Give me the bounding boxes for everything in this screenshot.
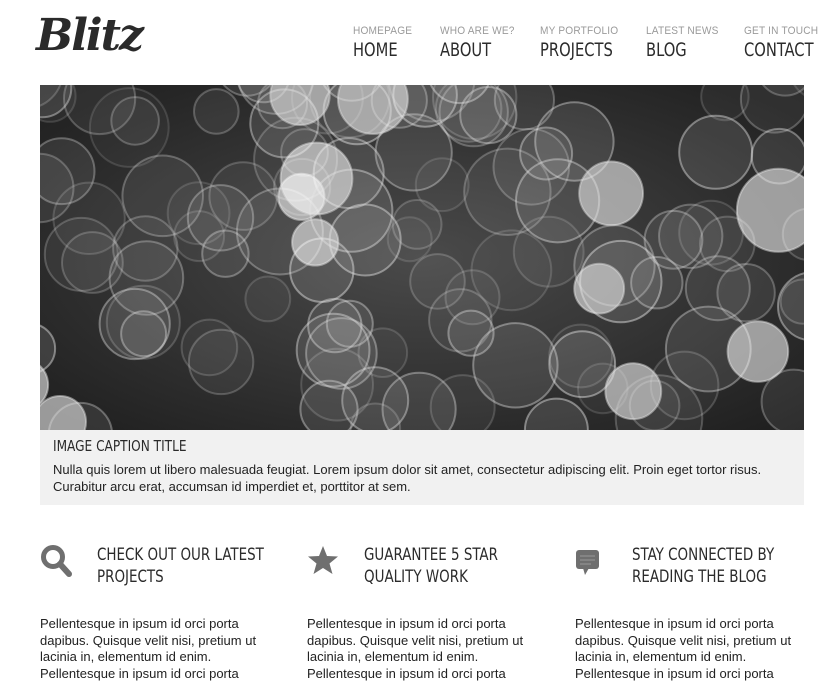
nav-item-label: HOME	[353, 39, 398, 61]
caption-text: Nulla quis lorem ut libero malesuada feu…	[53, 462, 762, 494]
feature-title: STAY CONNECTED BY READING THE BLOG	[632, 545, 775, 587]
nav-item-sublabel: GET IN TOUCH	[744, 25, 819, 37]
hero-caption: IMAGE CAPTION TITLE Nulla quis lorem ut …	[40, 430, 804, 505]
feature-text: Pellentesque in ipsum id orci porta dapi…	[575, 616, 792, 681]
bokeh-photo	[40, 85, 804, 430]
chat-bubble-icon	[576, 550, 599, 575]
feature-title: GUARANTEE 5 STAR QUALITY WORK	[364, 545, 498, 587]
nav-item-sublabel: LATEST NEWS	[646, 25, 719, 37]
nav-item-label: CONTACT	[744, 39, 814, 61]
feature-text: Pellentesque in ipsum id orci porta dapi…	[40, 616, 257, 681]
hero-image	[40, 85, 804, 430]
nav-item-sublabel: MY PORTFOLIO	[540, 25, 619, 37]
nav-item-contact[interactable]: GET IN TOUCH CONTACT	[744, 24, 825, 61]
nav-item-label: PROJECTS	[540, 39, 613, 61]
nav-item-home[interactable]: HOMEPAGE HOME	[353, 24, 417, 61]
nav-item-label: ABOUT	[440, 39, 492, 61]
nav-item-label: BLOG	[646, 39, 687, 61]
search-icon	[41, 545, 72, 577]
feature-title: CHECK OUT OUR LATEST PROJECTS	[97, 545, 264, 587]
caption-title: IMAGE CAPTION TITLE	[53, 437, 187, 455]
nav-item-about[interactable]: WHO ARE WE? ABOUT	[440, 24, 521, 61]
nav-item-blog[interactable]: LATEST NEWS BLOG	[646, 24, 725, 61]
nav-item-sublabel: HOMEPAGE	[353, 25, 413, 37]
main-nav: HOMEPAGE HOME WHO ARE WE? ABOUT MY PORTF…	[0, 24, 837, 64]
feature-text: Pellentesque in ipsum id orci porta dapi…	[307, 616, 524, 681]
star-icon	[308, 546, 338, 574]
nav-item-sublabel: WHO ARE WE?	[440, 25, 515, 37]
nav-item-projects[interactable]: MY PORTFOLIO PROJECTS	[540, 24, 625, 61]
